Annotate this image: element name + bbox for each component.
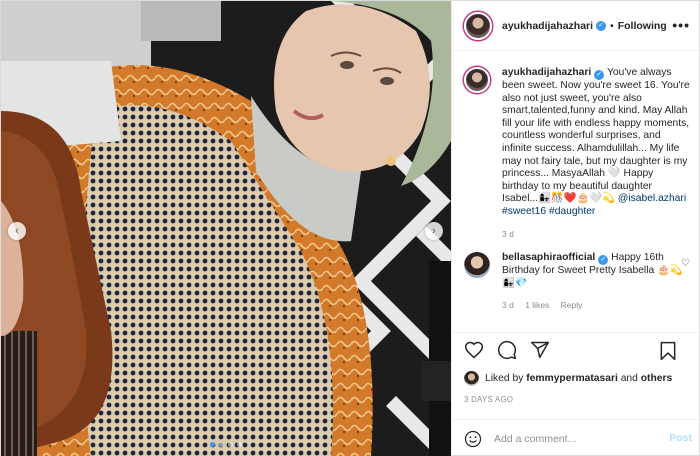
comment-body: bellasaphiraofficial ✓ Happy 16th Birthda… xyxy=(502,252,690,312)
commenter-username[interactable]: bellasaphiraofficial xyxy=(502,252,595,263)
comment-like-heart-icon[interactable]: ♡ xyxy=(681,258,690,269)
emoji-icon[interactable] xyxy=(464,430,482,448)
action-bar xyxy=(452,332,700,367)
post-comment-button[interactable]: Post xyxy=(669,432,692,444)
comment-age: 3 d xyxy=(502,300,514,311)
liked-by-row: Liked by femmypermatasari and others xyxy=(464,371,672,386)
carousel-dot xyxy=(228,442,233,447)
following-button[interactable]: Following xyxy=(618,20,667,32)
post-header: ayukhadijahazhari ✓ • Following ••• xyxy=(452,1,700,51)
add-comment-input[interactable] xyxy=(494,432,654,445)
commenter-avatar[interactable] xyxy=(464,252,490,279)
share-icon[interactable] xyxy=(530,340,550,360)
caption-text: You've always been sweet. Now you're swe… xyxy=(502,67,690,205)
chevron-left-icon: ‹ xyxy=(15,224,19,237)
bookmark-icon[interactable] xyxy=(659,341,677,361)
post-sidebar: ayukhadijahazhari ✓ • Following ••• ayuk… xyxy=(451,1,700,456)
liked-by-avatar[interactable] xyxy=(464,371,479,386)
comment-likes[interactable]: 1 likes xyxy=(525,300,549,310)
verified-badge-icon: ✓ xyxy=(598,255,609,266)
caption-mention-link[interactable]: @isabel.azhari xyxy=(618,193,686,204)
liked-by-conj: and xyxy=(620,373,638,384)
carousel-dot xyxy=(237,442,242,447)
liked-by-prefix: Liked by xyxy=(485,373,524,384)
caption-author-avatar[interactable] xyxy=(464,67,490,93)
caption-body: ayukhadijahazhari ✓ You've always been sw… xyxy=(502,67,690,240)
liked-by-user[interactable]: femmypermatasari xyxy=(526,373,618,384)
verified-badge-icon: ✓ xyxy=(596,20,607,31)
more-options-icon[interactable]: ••• xyxy=(672,18,690,32)
chevron-right-icon: › xyxy=(432,224,436,237)
caption-age: 3 d xyxy=(502,228,514,239)
heart-icon[interactable] xyxy=(464,340,484,360)
comment-meta: 3 d 1 likes Reply xyxy=(502,299,690,312)
caption-hashtag-link[interactable]: #daughter xyxy=(549,206,595,217)
post-date: 3 DAYS AGO xyxy=(464,395,514,404)
author-username[interactable]: ayukhadijahazhari xyxy=(502,20,593,32)
caption-meta: 3 d xyxy=(502,228,690,241)
comment-reply-button[interactable]: Reply xyxy=(561,300,583,310)
liked-by-others[interactable]: others xyxy=(641,373,672,384)
comments-section: ayukhadijahazhari ✓ You've always been sw… xyxy=(452,52,700,332)
carousel-prev-button[interactable]: ‹ xyxy=(8,222,26,240)
instagram-post: ‹ › ayukhadijahazhari ✓ • Following ••• … xyxy=(0,0,700,456)
post-photo[interactable]: ‹ › xyxy=(1,1,451,456)
header-separator: • xyxy=(610,19,614,32)
author-avatar[interactable] xyxy=(464,11,492,40)
comment-icon[interactable] xyxy=(497,340,517,360)
comment-item: bellasaphiraofficial ✓ Happy 16th Birthda… xyxy=(464,252,690,312)
caption: ayukhadijahazhari ✓ You've always been sw… xyxy=(464,67,690,240)
add-comment-row: Post xyxy=(452,419,700,456)
carousel-next-button[interactable]: › xyxy=(425,222,443,240)
carousel-dot xyxy=(219,442,224,447)
photo-illustration xyxy=(1,1,451,456)
verified-badge-icon: ✓ xyxy=(594,70,605,80)
carousel-dot xyxy=(210,442,215,447)
carousel-indicator xyxy=(1,442,451,447)
caption-username[interactable]: ayukhadijahazhari xyxy=(502,67,591,78)
caption-hashtag-link[interactable]: #sweet16 xyxy=(502,206,546,217)
